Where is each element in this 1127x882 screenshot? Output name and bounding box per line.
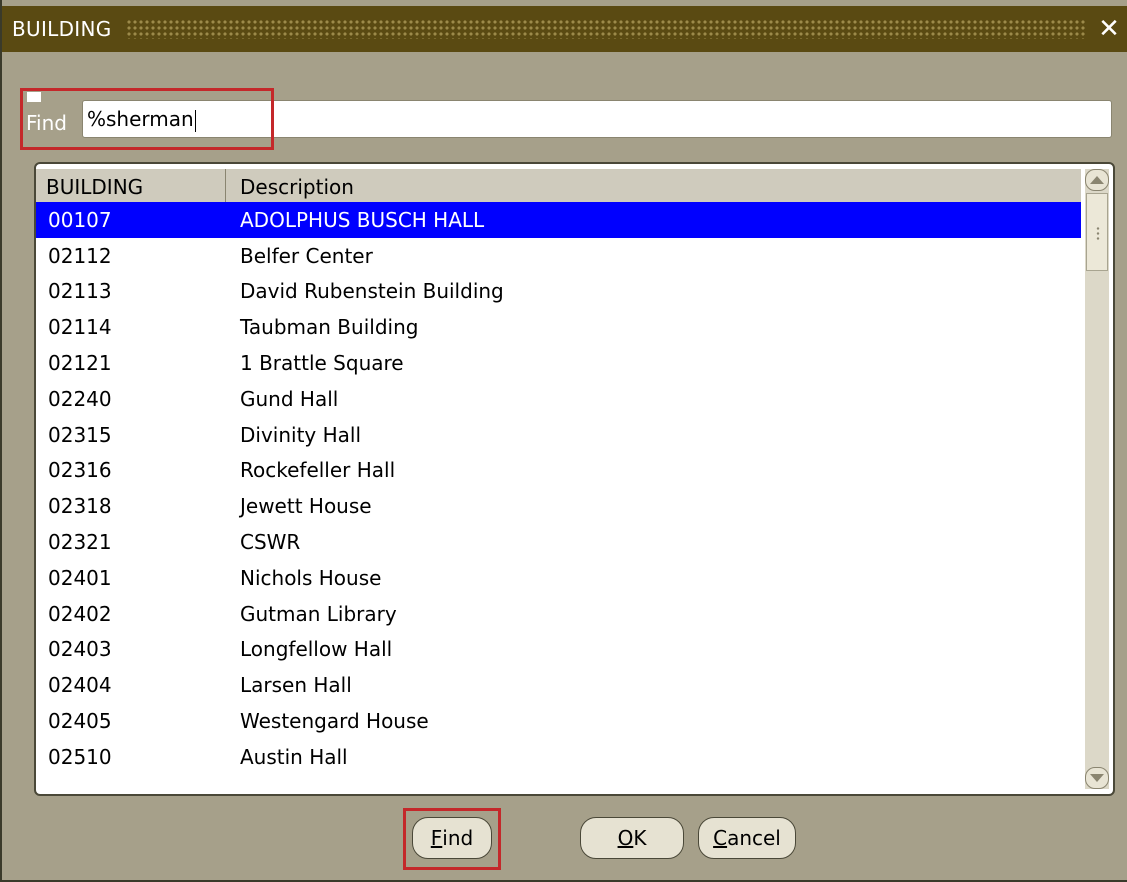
- building-code: 02405: [48, 709, 112, 734]
- list-row[interactable]: 02240 Gund Hall: [36, 381, 1081, 417]
- list-header: BUILDING Description: [36, 169, 1081, 203]
- find-input-highlight: [20, 88, 274, 150]
- building-code: 02510: [48, 744, 112, 769]
- building-code: 02121: [48, 351, 112, 376]
- building-code: 02315: [48, 422, 112, 447]
- list-row[interactable]: 02405 Westengard House: [36, 703, 1081, 739]
- cancel-button-label: ancel: [727, 826, 781, 850]
- list-row[interactable]: 02404 Larsen Hall: [36, 667, 1081, 703]
- grip-icon: [1096, 226, 1100, 240]
- results-list: BUILDING Description 00107 ADOLPHUS BUSCH…: [34, 162, 1115, 796]
- title-bar-texture: [125, 19, 1085, 39]
- building-code: 02316: [48, 458, 112, 483]
- building-description: Rockefeller Hall: [240, 458, 396, 483]
- column-header-building[interactable]: BUILDING: [36, 169, 226, 202]
- building-description: Jewett House: [240, 494, 372, 519]
- building-description: Gund Hall: [240, 386, 339, 411]
- cancel-button-mnemonic: C: [713, 826, 728, 850]
- building-code: 02404: [48, 673, 112, 698]
- list-row[interactable]: 02316 Rockefeller Hall: [36, 453, 1081, 489]
- list-row[interactable]: 02112 Belfer Center: [36, 238, 1081, 274]
- ok-button-mnemonic: O: [617, 826, 634, 850]
- list-row[interactable]: 02318 Jewett House: [36, 488, 1081, 524]
- building-code: 02318: [48, 494, 112, 519]
- building-code: 02402: [48, 601, 112, 626]
- building-description: Larsen Hall: [240, 673, 352, 698]
- scroll-up-button[interactable]: [1085, 169, 1109, 191]
- list-row[interactable]: 02401 Nichols House: [36, 560, 1081, 596]
- building-description: Austin Hall: [240, 744, 348, 769]
- list-row[interactable]: 02321 CSWR: [36, 524, 1081, 560]
- building-description: Westengard House: [240, 709, 429, 734]
- column-header-description[interactable]: Description: [226, 169, 354, 202]
- building-code: 02321: [48, 530, 112, 555]
- building-description: 1 Brattle Square: [240, 351, 404, 376]
- scroll-down-button[interactable]: [1085, 767, 1109, 789]
- scroll-thumb[interactable]: [1086, 193, 1108, 271]
- building-code: 02401: [48, 565, 112, 590]
- list-row[interactable]: 02121 1 Brattle Square: [36, 345, 1081, 381]
- building-lov-dialog: BUILDING ✕ Find %sherman BUILDING Descri…: [0, 0, 1127, 882]
- list-row[interactable]: 00107 ADOLPHUS BUSCH HALL: [36, 202, 1081, 238]
- building-description: Divinity Hall: [240, 422, 362, 447]
- building-description: ADOLPHUS BUSCH HALL: [240, 207, 485, 232]
- building-description: David Rubenstein Building: [240, 279, 504, 304]
- list-row[interactable]: 02403 Longfellow Hall: [36, 632, 1081, 668]
- title-bar[interactable]: BUILDING ✕: [2, 6, 1127, 52]
- find-button-highlight: [403, 808, 501, 870]
- arrow-down-icon: [1090, 774, 1104, 782]
- building-code: 02403: [48, 637, 112, 662]
- building-description: Taubman Building: [240, 315, 419, 340]
- list-row[interactable]: 02402 Gutman Library: [36, 596, 1081, 632]
- building-code: 00107: [48, 207, 112, 232]
- list-row[interactable]: 02510 Austin Hall: [36, 739, 1081, 775]
- list-row[interactable]: 02315 Divinity Hall: [36, 417, 1081, 453]
- list-rows: 00107 ADOLPHUS BUSCH HALL 02112 Belfer Cent…: [36, 202, 1081, 775]
- list-row[interactable]: 02114 Taubman Building: [36, 309, 1081, 345]
- building-code: 02114: [48, 315, 112, 340]
- cancel-button[interactable]: Cancel: [698, 817, 796, 859]
- building-description: Nichols House: [240, 565, 382, 590]
- building-code: 02113: [48, 279, 112, 304]
- building-description: Longfellow Hall: [240, 637, 393, 662]
- ok-button[interactable]: OK: [580, 817, 684, 859]
- vertical-scrollbar[interactable]: [1085, 169, 1109, 789]
- building-description: CSWR: [240, 530, 301, 555]
- building-description: Gutman Library: [240, 601, 397, 626]
- building-code: 02112: [48, 243, 112, 268]
- building-description: Belfer Center: [240, 243, 373, 268]
- list-row[interactable]: 02113 David Rubenstein Building: [36, 274, 1081, 310]
- building-code: 02240: [48, 386, 112, 411]
- window-title: BUILDING: [12, 17, 112, 41]
- close-icon[interactable]: ✕: [1095, 16, 1123, 42]
- arrow-up-icon: [1090, 176, 1104, 184]
- ok-button-label: K: [633, 826, 647, 850]
